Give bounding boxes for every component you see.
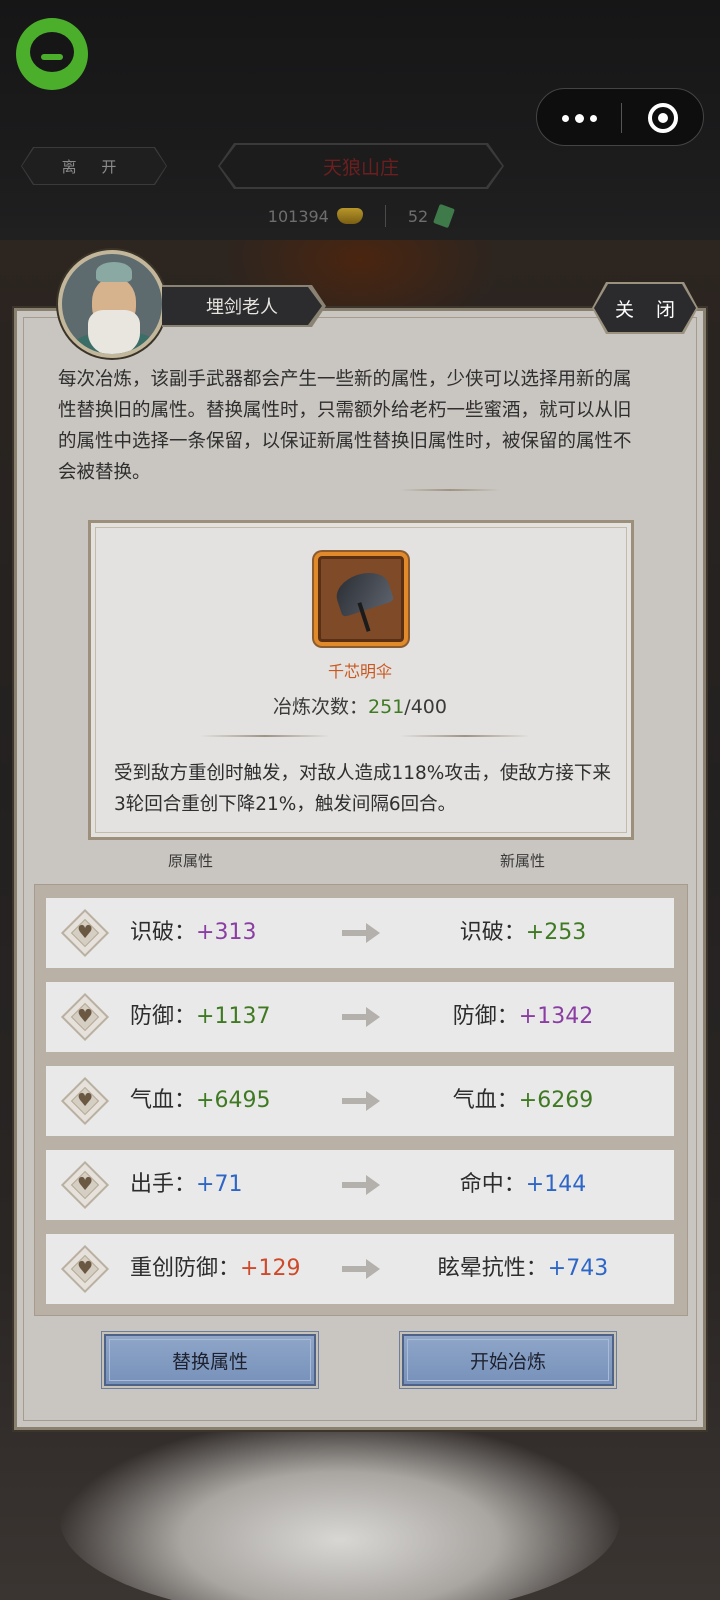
attribute-row[interactable]: ♥ 识破：+313 识破：+253 [46,898,674,968]
npc-name: 埋剑老人 [162,287,322,325]
dot-icon [561,114,569,122]
target-icon [648,103,678,133]
umbrella-weapon-icon[interactable] [314,552,408,646]
exit-mini-program-button[interactable] [621,89,705,147]
old-attribute: 识破：+313 [130,920,257,945]
lock-gem-icon[interactable]: ♥ [60,1160,110,1210]
resource-divider [384,205,386,227]
ornament-divider [400,735,530,737]
old-attribute: 重创防御：+129 [130,1256,301,1281]
arrow-right-icon [342,1007,382,1027]
lock-gem-icon[interactable]: ♥ [60,1244,110,1294]
leave-button[interactable]: 离 开 [22,148,166,184]
arrow-right-icon [342,1259,382,1279]
npc-portrait [58,250,166,358]
snow-rock-decoration [60,1420,620,1600]
resource-row: 101394 52 [0,200,720,232]
new-attribute: 防御：+1342 [452,1004,594,1029]
attribute-row[interactable]: ♥ 气血：+6495 气血：+6269 [46,1066,674,1136]
top-bar: 离 开 天狼山庄 101394 52 [0,0,720,240]
smelt-count-label: 冶炼次数： [273,696,369,718]
item-name: 千芯明伞 [327,662,392,681]
smelt-count-max: /400 [404,696,447,718]
arrow-right-icon [342,923,382,943]
new-attribute: 命中：+144 [459,1172,587,1197]
intro-text: 每次冶炼，该副手武器都会产生一些新的属性，少侠可以选择用新的属性替换旧的属性。替… [58,369,632,483]
dot-icon [589,114,597,122]
new-attribute: 识破：+253 [459,920,587,945]
dot-icon [574,113,584,123]
old-attributes-label: 原属性 [168,852,214,870]
ornament-divider [400,489,500,491]
start-smelting-button[interactable]: 开始冶炼 [402,1334,614,1386]
lock-gem-icon[interactable]: ♥ [60,992,110,1042]
arrow-right-icon [342,1175,382,1195]
ticket-amount: 52 [407,206,429,226]
gold-amount: 101394 [267,206,329,226]
app-logo-icon [16,18,88,90]
ticket-icon [433,203,456,229]
lock-gem-icon[interactable]: ♥ [60,1076,110,1126]
arrow-right-icon [342,1091,382,1111]
new-attribute: 眩晕抗性：+743 [437,1256,609,1281]
location-title: 天狼山庄 [220,145,502,187]
attribute-row[interactable]: ♥ 重创防御：+129 眩晕抗性：+743 [46,1234,674,1304]
lock-gem-icon[interactable]: ♥ [60,908,110,958]
attribute-row[interactable]: ♥ 出手：+71 命中：+144 [46,1150,674,1220]
close-button[interactable]: 关 闭 [594,284,696,332]
mini-program-capsule [536,88,704,146]
ornament-divider [200,735,330,737]
item-effect-text: 受到敌方重创时触发，对敌人造成118%攻击，使敌方接下来3轮回合重创下降21%，… [114,763,611,815]
attribute-row[interactable]: ♥ 防御：+1137 防御：+1342 [46,982,674,1052]
smelt-count-current: 251 [368,696,405,718]
more-options-button[interactable] [537,89,621,147]
gold-ingot-icon [336,208,363,224]
old-attribute: 防御：+1137 [130,1004,271,1029]
replace-attributes-button[interactable]: 替换属性 [104,1334,316,1386]
start-smelting-label: 开始冶炼 [469,1350,546,1373]
old-attribute: 出手：+71 [130,1172,243,1197]
new-attribute: 气血：+6269 [452,1088,594,1113]
smelt-count: 冶炼次数：251/400 [210,692,510,719]
replace-attributes-label: 替换属性 [171,1350,248,1373]
old-attribute: 气血：+6495 [130,1088,271,1113]
new-attributes-label: 新属性 [500,852,546,870]
